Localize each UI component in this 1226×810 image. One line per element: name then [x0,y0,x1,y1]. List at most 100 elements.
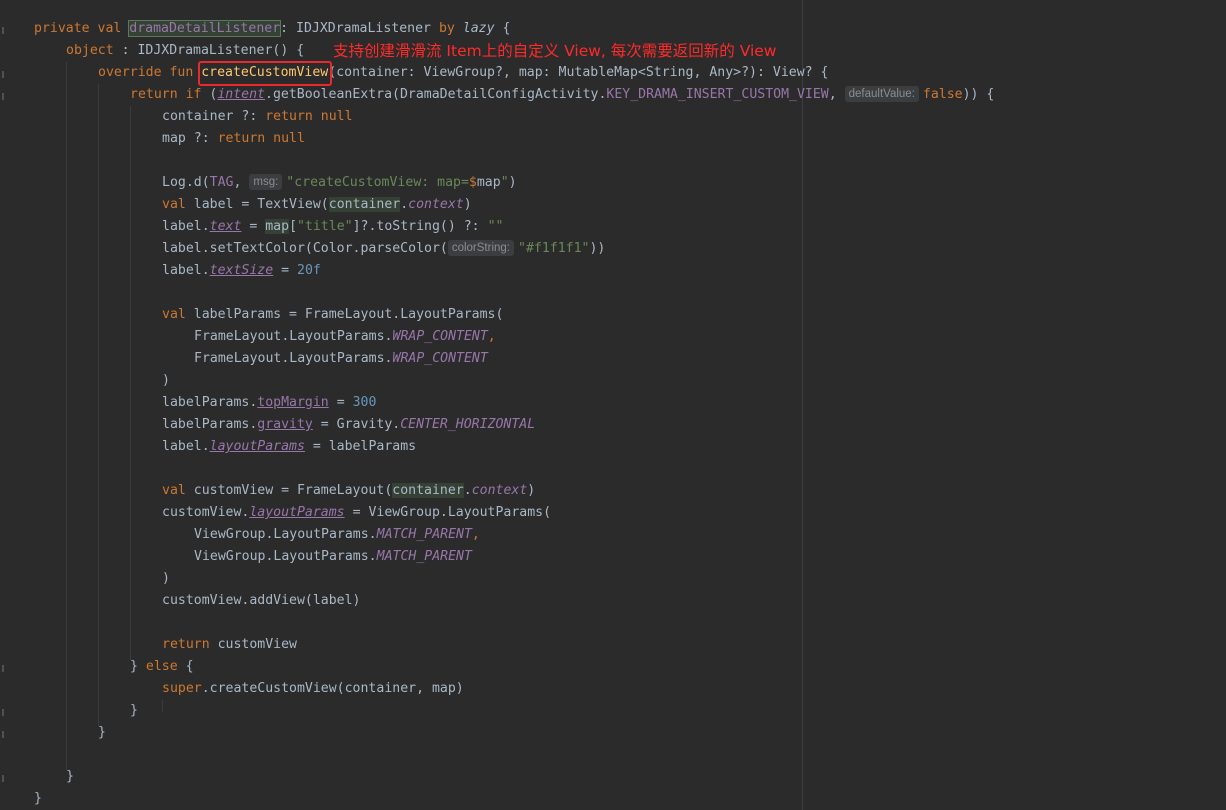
code-line[interactable]: val label = TextView(container.context) [34,194,472,216]
number-literal: 300 [352,395,377,410]
constant-name: WRAP_CONTENT [392,351,488,366]
constant-name: MATCH_PARENT [376,527,472,542]
code-text: label.setTextColor(Color.parseColor( [162,241,448,256]
code-text: )) { [962,87,995,102]
gutter-fold-marker[interactable] [2,775,4,782]
constant-name: CENTER_HORIZONTAL [400,417,536,432]
identifier-highlight: container [328,197,401,212]
property-name: textSize [209,263,274,278]
keyword: object [66,43,114,58]
code-line[interactable]: } [34,788,42,810]
code-line[interactable]: customView.addView(label) [34,590,361,612]
keyword: val [162,197,194,212]
string-literal: "createCustomView: map= [286,175,469,190]
property-name: layoutParams [249,505,345,520]
code-text: [ [289,219,298,234]
code-text: map ?: [162,131,218,146]
code-line[interactable]: labelParams.gravity = Gravity.CENTER_HOR… [34,414,535,436]
code-text: ]?.toString() ?: [352,219,488,234]
code-text: .getBooleanExtra(DramaDetailConfigActivi… [265,87,607,102]
code-text: { [494,21,511,36]
punctuation: , [487,329,496,344]
code-text: = Gravity. [312,417,401,432]
code-text: . [400,197,409,212]
code-text: { [177,659,194,674]
code-line[interactable]: ) [34,370,170,392]
right-margin-guide [802,0,803,810]
gutter-fold-marker[interactable] [2,731,4,738]
function-call: lazy [462,21,495,36]
code-line[interactable]: val customView = FrameLayout(container.c… [34,480,535,502]
code-line[interactable]: } [34,722,106,744]
code-line[interactable]: } [34,700,138,722]
constant-name: KEY_DRAMA_INSERT_CUSTOM_VIEW [606,87,829,102]
code-text: customView [217,637,297,652]
code-line[interactable]: ViewGroup.LayoutParams.MATCH_PARENT [34,546,472,568]
code-line[interactable]: ViewGroup.LayoutParams.MATCH_PARENT, [34,524,480,546]
code-text: = ViewGroup.LayoutParams( [344,505,552,520]
code-line[interactable]: labelParams.topMargin = 300 [34,392,376,414]
code-line[interactable]: container ?: return null [34,106,353,128]
constant-name: TAG [209,175,234,190]
code-line[interactable]: } [34,766,74,788]
gutter-fold-marker[interactable] [2,709,4,716]
code-text: ) [162,571,170,586]
code-text: } [66,769,74,784]
keyword: return null [265,109,353,124]
extension-property: context [471,483,528,498]
code-text: label. [162,439,210,454]
code-line[interactable]: customView.layoutParams = ViewGroup.Layo… [34,502,551,524]
code-editor[interactable]: private val dramaDetailListener: IDJXDra… [0,0,1226,810]
keyword: override fun [98,65,202,80]
code-text: : IDJXDramaListener() { [113,43,305,58]
gutter-fold-marker[interactable] [2,665,4,672]
code-text: container ?: [162,109,266,124]
code-line[interactable]: object : IDJXDramaListener() { [34,40,304,62]
code-line[interactable]: private val dramaDetailListener: IDJXDra… [34,18,510,40]
keyword: super [162,681,202,696]
code-text: } [130,659,146,674]
code-line[interactable]: } else { [34,656,194,678]
gutter-fold-marker[interactable] [2,93,4,100]
code-text: . [463,483,472,498]
code-line[interactable]: label.setTextColor(Color.parseColor(colo… [34,238,605,260]
keyword: val [162,307,194,322]
gutter-fold-marker[interactable] [2,27,4,34]
code-line[interactable]: val labelParams = FrameLayout.LayoutPara… [34,304,503,326]
code-text: } [130,703,138,718]
identifier-highlight: map [265,219,290,234]
code-text: ) [527,483,536,498]
keyword: return null [217,131,305,146]
code-text: FrameLayout.LayoutParams. [194,351,393,366]
code-text: customView.addView(label) [162,593,361,608]
code-line[interactable]: label.layoutParams = labelParams [34,436,416,458]
property-name: gravity [257,417,313,432]
string-literal: "title" [297,219,353,234]
code-line[interactable]: super.createCustomView(container, map) [34,678,464,700]
code-text: FrameLayout.LayoutParams. [194,329,393,344]
code-line[interactable]: FrameLayout.LayoutParams.WRAP_CONTENT, [34,326,496,348]
code-text: Log.d( [162,175,210,190]
code-text: : IDJXDramaListener [280,21,439,36]
code-line[interactable]: label.textSize = 20f [34,260,321,282]
code-line[interactable]: override fun createCustomView(container:… [34,62,828,84]
number-literal: 20f [297,263,321,278]
keyword: return [162,637,218,652]
code-line[interactable]: return customView [34,634,297,656]
extension-property: context [408,197,464,212]
keyword: return if [130,87,210,102]
code-text: )) [589,241,606,256]
code-line[interactable]: Log.d(TAG, msg: "createCustomView: map=$m… [34,172,517,194]
code-line[interactable]: ) [34,568,170,590]
property-name: text [209,219,242,234]
code-line[interactable]: FrameLayout.LayoutParams.WRAP_CONTENT [34,348,488,370]
code-line[interactable]: label.text = map["title"]?.toString() ?:… [34,216,503,238]
code-text: customView = FrameLayout( [193,483,393,498]
parameter-hint: defaultValue: [844,86,919,102]
property-name: layoutParams [209,439,305,454]
keyword: by [438,21,463,36]
gutter-fold-marker[interactable] [2,71,4,78]
code-line[interactable]: map ?: return null [34,128,305,150]
code-line[interactable]: return if (intent.getBooleanExtra(DramaD… [34,84,994,106]
code-text: , [828,87,845,102]
